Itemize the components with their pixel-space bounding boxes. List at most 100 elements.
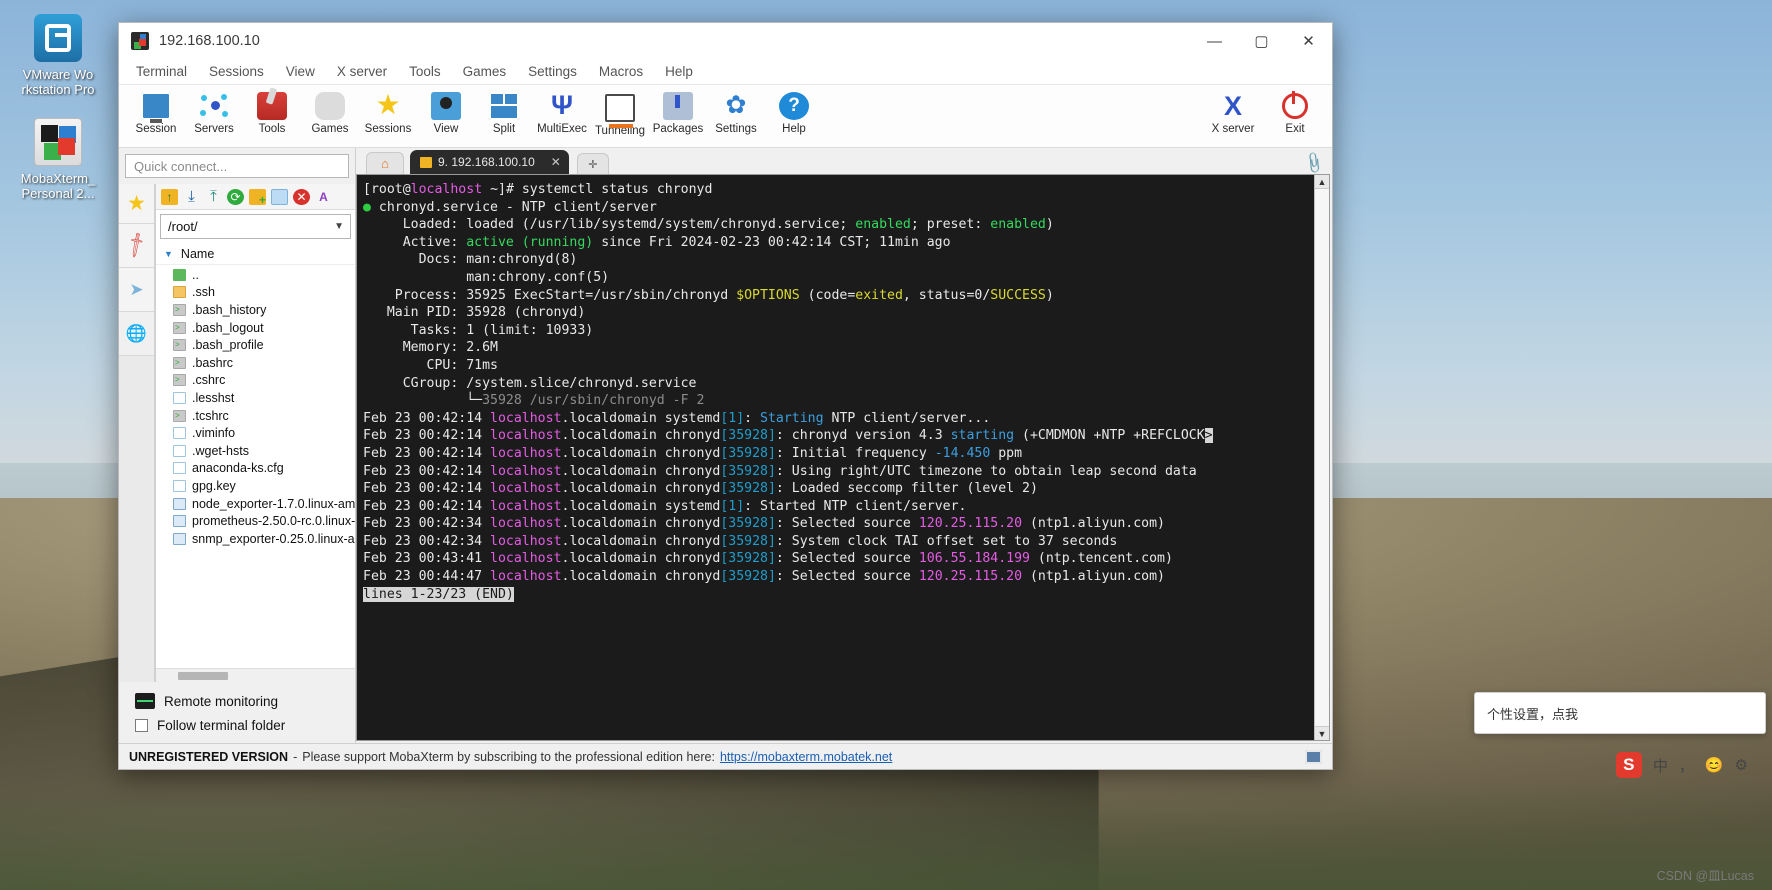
file-row[interactable]: .bash_logout: [156, 319, 355, 337]
menu-terminal[interactable]: Terminal: [125, 61, 198, 82]
file-row[interactable]: .bash_history: [156, 301, 355, 319]
follow-terminal-folder-row[interactable]: Follow terminal folder: [129, 718, 345, 733]
terminal-output[interactable]: [root@localhost ~]# systemctl status chr…: [357, 175, 1314, 740]
menu-tools[interactable]: Tools: [398, 61, 452, 82]
toolbar-games-button[interactable]: Games: [301, 89, 359, 135]
upload-icon[interactable]: ⤒: [205, 188, 222, 205]
terminal-text: .localdomain: [561, 445, 665, 461]
star-icon: ★: [127, 192, 146, 215]
file-row[interactable]: .cshrc: [156, 372, 355, 390]
file-row[interactable]: .viminfo: [156, 424, 355, 442]
gz-icon: [173, 532, 186, 545]
quick-connect-input[interactable]: Quick connect...: [125, 154, 349, 178]
file-row[interactable]: .bashrc: [156, 354, 355, 372]
download-icon[interactable]: ⤓: [183, 188, 200, 205]
toolbar-sessions-button[interactable]: ★ Sessions: [359, 89, 417, 136]
parent-folder-icon[interactable]: [161, 188, 178, 205]
toolbar-split-button[interactable]: Split: [475, 89, 533, 135]
toolbar-multiexec-button[interactable]: Ψ MultiExec: [533, 89, 591, 136]
refresh-icon[interactable]: ⟳: [227, 188, 244, 205]
file-row[interactable]: .lesshst: [156, 389, 355, 407]
file-row[interactable]: ..: [156, 266, 355, 284]
sidebar-tab-macros[interactable]: ➤: [119, 268, 154, 312]
file-column-header[interactable]: ▼ Name: [156, 243, 355, 265]
toolbar-exit-button[interactable]: Exit: [1266, 89, 1324, 135]
mobaxterm-link[interactable]: https://mobaxterm.mobatek.net: [720, 750, 892, 764]
text-mode-icon[interactable]: A: [315, 189, 332, 205]
sidebar-tab-sessions[interactable]: ★: [119, 184, 154, 224]
toolbar-view-button[interactable]: View: [417, 89, 475, 135]
ime-settings-icon[interactable]: ⚙: [1735, 756, 1748, 774]
tab-session-192-168-100-10[interactable]: 9. 192.168.100.10 ✕: [410, 150, 569, 174]
ime-settings-tooltip[interactable]: 个性设置，点我: [1474, 692, 1766, 734]
sogou-logo-icon[interactable]: S: [1615, 752, 1642, 778]
sidebar-tab-tools[interactable]: 🗡: [119, 224, 154, 268]
menu-games[interactable]: Games: [452, 61, 518, 82]
window-titlebar[interactable]: 192.168.100.10 — ▢ ✕: [119, 23, 1332, 59]
toolbar-x-server-button[interactable]: X X server: [1200, 89, 1266, 135]
file-row[interactable]: .ssh: [156, 284, 355, 302]
menu-help[interactable]: Help: [654, 61, 704, 82]
window-title: 192.168.100.10: [159, 33, 260, 49]
close-button[interactable]: ✕: [1285, 23, 1332, 59]
mobaxterm-window: 192.168.100.10 — ▢ ✕ Terminal Sessions V…: [118, 22, 1333, 770]
toolbar-settings-button[interactable]: ✿ Settings: [707, 89, 765, 136]
new-file-icon[interactable]: [271, 188, 288, 205]
menu-settings[interactable]: Settings: [517, 61, 588, 82]
scroll-up-arrow-icon[interactable]: ▲: [1315, 175, 1329, 189]
scroll-down-arrow-icon[interactable]: ▼: [1315, 726, 1329, 740]
toolbar-help-button[interactable]: ? Help: [765, 89, 823, 135]
paperclip-icon[interactable]: 📎: [1302, 150, 1328, 176]
file-row[interactable]: node_exporter-1.7.0.linux-amd: [156, 495, 355, 513]
minimize-button[interactable]: —: [1191, 23, 1238, 59]
toolbar-packages-button[interactable]: Packages: [649, 89, 707, 135]
tab-home[interactable]: ⌂: [366, 152, 404, 174]
docp-icon: [173, 427, 186, 440]
toolbar-tunneling-button[interactable]: Tunneling: [591, 89, 649, 137]
tab-strip: ⌂ 9. 192.168.100.10 ✕ ✛ 📎: [356, 148, 1332, 176]
menu-sessions[interactable]: Sessions: [198, 61, 275, 82]
file-row[interactable]: .tcshrc: [156, 407, 355, 425]
ime-emoji-icon[interactable]: 😊: [1705, 756, 1724, 774]
new-tab-button[interactable]: ✛: [576, 153, 609, 174]
menu-x-server[interactable]: X server: [326, 61, 398, 82]
scrollbar-thumb[interactable]: [178, 671, 228, 680]
toolbar-session-button[interactable]: Session: [127, 89, 185, 135]
sidebar-tab-sftp[interactable]: 🌐: [119, 312, 154, 356]
follow-terminal-folder-checkbox[interactable]: [135, 719, 148, 732]
scrollbar-track[interactable]: [1315, 189, 1329, 726]
tab-close-icon[interactable]: ✕: [551, 155, 561, 169]
file-row[interactable]: snmp_exporter-0.25.0.linux-am: [156, 530, 355, 548]
toolbar-tools-button[interactable]: Tools: [243, 89, 301, 135]
terminal-text: lines 1-23/23 (END): [363, 586, 514, 602]
terminal-text: [35928]: [720, 551, 776, 567]
desktop-icon-mobaxterm[interactable]: MobaXterm_ Personal 2...: [2, 118, 114, 201]
new-folder-icon[interactable]: [249, 188, 266, 207]
remote-monitoring-button[interactable]: Remote monitoring: [129, 690, 345, 718]
file-row[interactable]: anaconda-ks.cfg: [156, 460, 355, 478]
chevron-down-icon[interactable]: ▼: [334, 221, 344, 232]
maximize-button[interactable]: ▢: [1238, 23, 1285, 59]
menu-macros[interactable]: Macros: [588, 61, 654, 82]
terminal-text: :: [775, 445, 792, 461]
status-display-icon[interactable]: [1305, 749, 1322, 764]
file-row[interactable]: .bash_profile: [156, 336, 355, 354]
path-input[interactable]: /root/ ▼: [160, 214, 351, 239]
multiexec-icon: Ψ: [551, 90, 573, 120]
file-name: anaconda-ks.cfg: [192, 461, 284, 476]
toolbar-servers-button[interactable]: Servers: [185, 89, 243, 135]
delete-icon[interactable]: ✕: [293, 188, 310, 205]
terminal-text: chronyd: [664, 569, 721, 585]
file-list[interactable]: .. .ssh .bash_history .bash_logout .bash_pro…: [156, 265, 355, 668]
ime-punctuation-toggle[interactable]: ，: [1679, 755, 1694, 776]
terminal-scrollbar[interactable]: ▲ ▼: [1314, 175, 1329, 740]
file-list-hscrollbar[interactable]: [156, 668, 355, 682]
ime-mode-toggle[interactable]: 中: [1653, 755, 1668, 776]
file-row[interactable]: gpg.key: [156, 477, 355, 495]
terminal-text: (ntp1.aliyun.com): [1022, 569, 1165, 585]
terminal-text: [35928]: [720, 463, 776, 479]
menu-view[interactable]: View: [275, 61, 326, 82]
desktop-icon-vmware[interactable]: VMware Wo rkstation Pro: [2, 14, 114, 97]
file-row[interactable]: .wget-hsts: [156, 442, 355, 460]
file-row[interactable]: prometheus-2.50.0-rc.0.linux-a: [156, 512, 355, 530]
